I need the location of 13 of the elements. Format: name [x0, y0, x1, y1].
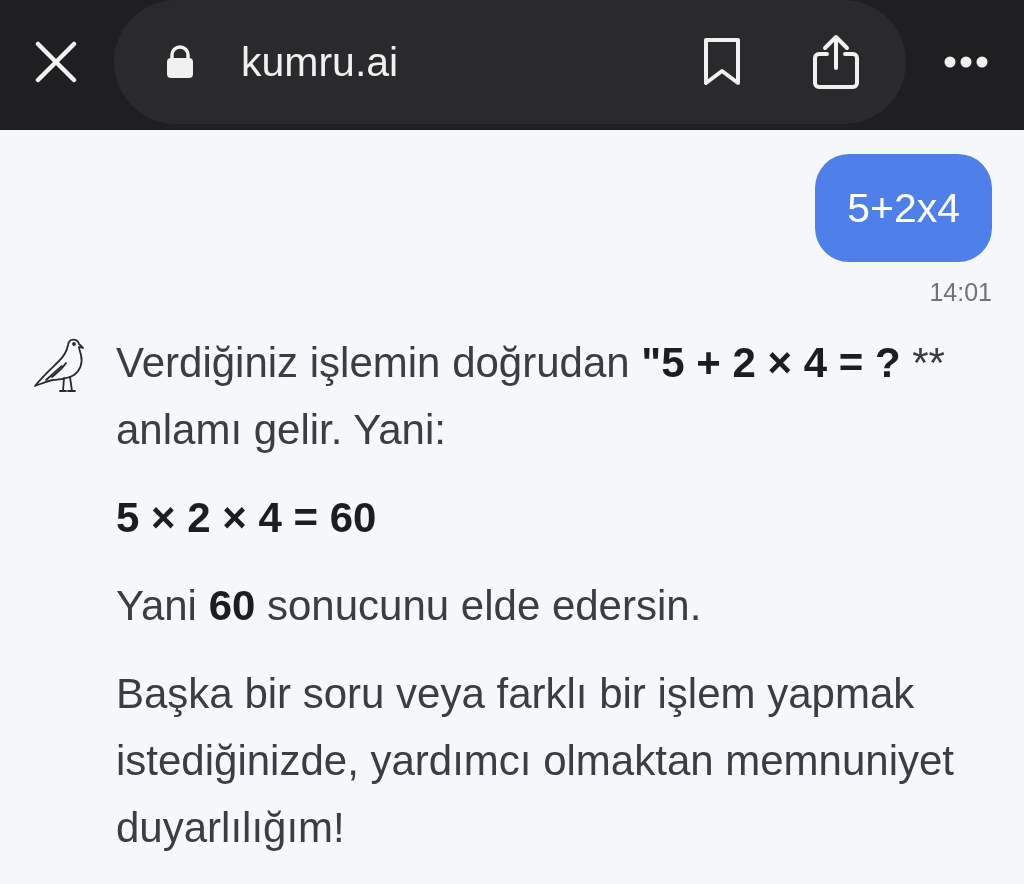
user-message-bubble: 5+2x4 [815, 154, 992, 262]
reply-paragraph: Başka bir soru veya farklı bir işlem yapmak istediğinizde, yardımcı olmaktan memnuniyet duyarlılığım! [116, 669, 956, 853]
more-icon [944, 56, 988, 68]
address-bar[interactable]: kumru.ai [114, 0, 906, 124]
formula-text: 5 × 2 × 4 = 60 [116, 493, 378, 543]
lock-icon [166, 45, 194, 79]
reply-paragraph: Yani 60 sonucunu elde edersin. [116, 581, 703, 631]
url-text: kumru.ai [241, 38, 400, 86]
close-icon [35, 41, 77, 83]
bookmark-icon [703, 37, 741, 87]
reply-paragraph: Verdiğiniz işlemin doğrudan "5 + 2 × 4 = ?** anlamı gelir. Yani: [116, 338, 946, 455]
share-icon [812, 34, 860, 90]
message-time: 14:01 [929, 278, 992, 307]
